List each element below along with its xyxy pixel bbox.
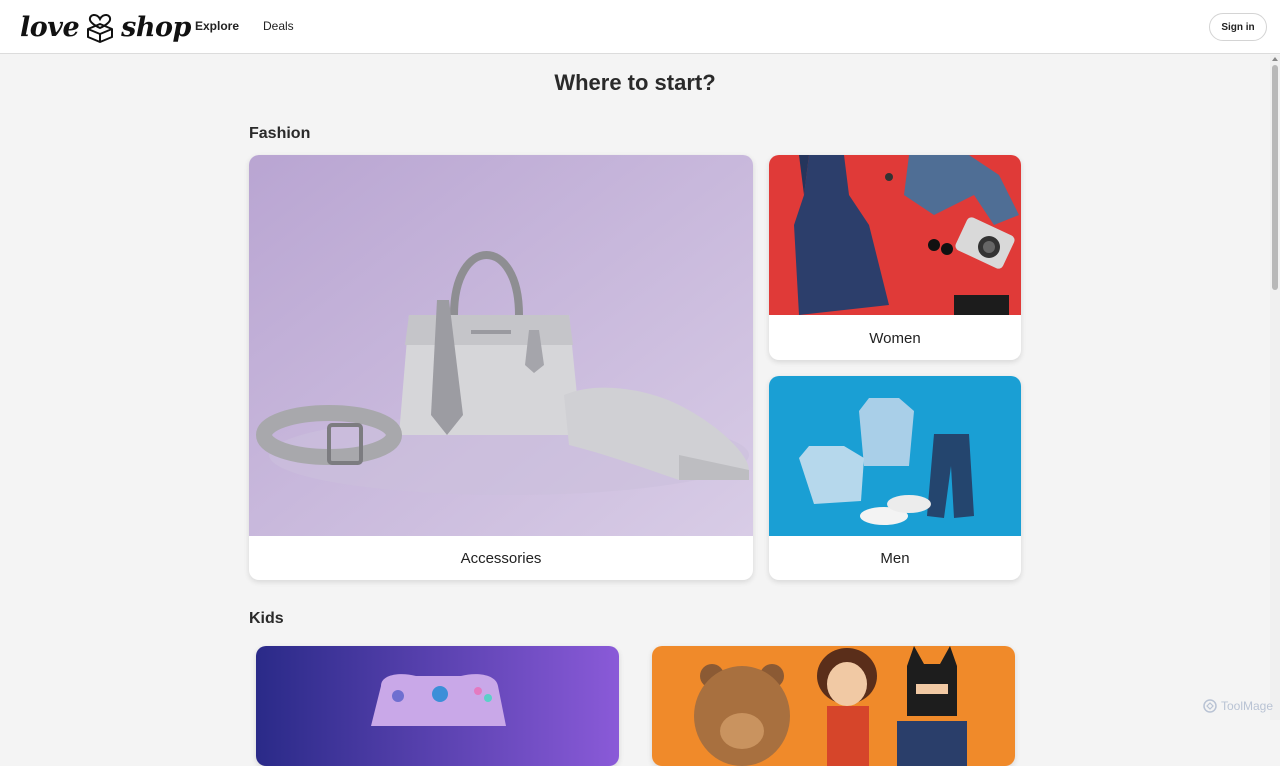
women-image (769, 155, 1021, 315)
accessories-image (249, 155, 753, 536)
category-label-men: Men (880, 549, 910, 567)
heart-box-logo-icon (87, 14, 114, 43)
logo-text-shop: shop (121, 11, 191, 43)
page-title: Where to start? (554, 70, 716, 95)
category-card-kids-gaming[interactable] (256, 646, 619, 766)
scroll-up-arrow-icon[interactable] (1272, 57, 1278, 61)
toolmage-logo-icon (1203, 699, 1217, 713)
category-card-accessories[interactable]: Accessories (249, 155, 753, 580)
top-navigation-bar: love shop Explore Deals Sign in (0, 0, 1280, 54)
gaming-controller-image (256, 646, 619, 766)
category-label-accessories: Accessories (460, 549, 542, 567)
section-title-fashion: Fashion (249, 125, 311, 142)
love-shop-logo[interactable]: love shop (20, 8, 191, 46)
category-card-kids-toys[interactable] (652, 646, 1015, 766)
section-title-kids: Kids (249, 610, 284, 627)
toys-image (652, 646, 1015, 766)
men-image (769, 376, 1021, 536)
category-label-women: Women (869, 329, 921, 347)
category-card-men[interactable]: Men (769, 376, 1021, 580)
watermark-text: ToolMage (1221, 699, 1274, 713)
nav-deals-link[interactable]: Deals (263, 19, 294, 33)
scrollbar-thumb[interactable] (1272, 65, 1278, 290)
nav-explore-link[interactable]: Explore (195, 19, 239, 33)
logo-text-love: love (20, 11, 80, 43)
page-scrollbar[interactable] (1270, 55, 1280, 720)
toolmage-watermark: ToolMage (1203, 699, 1273, 713)
sign-in-button[interactable]: Sign in (1209, 13, 1267, 41)
category-card-women[interactable]: Women (769, 155, 1021, 360)
